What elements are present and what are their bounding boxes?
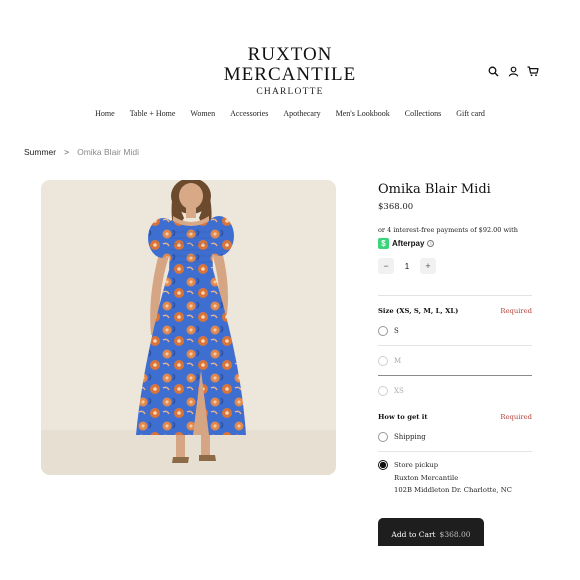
shipping-label: Shipping <box>394 432 426 441</box>
pickup-address: 102B Middleton Dr. Charlotte, NC <box>394 486 512 494</box>
nav-women[interactable]: Women <box>190 109 215 118</box>
nav-table-home[interactable]: Table + Home <box>130 109 176 118</box>
header-icons <box>486 64 540 78</box>
afterpay-badge: $ Afterpay i <box>378 238 532 249</box>
afterpay-logo-icon: $ <box>378 238 389 249</box>
radio-icon[interactable] <box>378 325 388 336</box>
quantity-decrease-button[interactable]: − <box>378 258 394 274</box>
breadcrumb-current: Omika Blair Midi <box>77 147 139 157</box>
option-divider <box>378 451 532 452</box>
nav-home[interactable]: Home <box>95 109 115 118</box>
nav-accessories[interactable]: Accessories <box>230 109 268 118</box>
quantity-stepper: − 1 + <box>378 258 532 274</box>
afterpay-installments: or 4 interest-free payments of $92.00 wi… <box>378 226 518 234</box>
store-name-line1: RUXTON <box>247 44 333 65</box>
main-nav: Home Table + Home Women Accessories Apot… <box>0 109 580 118</box>
fulfillment-required: Required <box>500 413 532 421</box>
pickup-store: Ruxton Mercantile <box>394 473 459 482</box>
nav-mens-lookbook[interactable]: Men's Lookbook <box>336 109 390 118</box>
radio-selected-icon[interactable] <box>378 460 388 470</box>
breadcrumb-parent[interactable]: Summer <box>24 147 56 157</box>
afterpay-name: Afterpay <box>392 239 425 248</box>
pickup-details: Store pickup Ruxton Mercantile 102B Midd… <box>394 459 512 497</box>
divider <box>378 295 532 296</box>
size-option-xs[interactable]: XS <box>378 376 532 405</box>
account-icon[interactable] <box>506 64 520 78</box>
size-option-m[interactable]: M <box>378 346 532 375</box>
cart-icon[interactable] <box>526 64 540 78</box>
product-image[interactable] <box>41 180 336 475</box>
size-label: Size (XS, S, M, L, XL) <box>378 307 459 315</box>
size-option-label: S <box>394 326 399 335</box>
store-location: CHARLOTTE <box>256 87 324 97</box>
size-option-label: M <box>394 356 402 365</box>
size-option-s[interactable]: S <box>378 316 532 345</box>
radio-icon[interactable] <box>378 431 388 442</box>
breadcrumb: Summer > Omika Blair Midi <box>24 147 139 157</box>
shipping-option[interactable]: Shipping <box>378 422 532 451</box>
nav-gift-card[interactable]: Gift card <box>456 109 485 118</box>
product-title: Omika Blair Midi <box>378 182 491 197</box>
page-fold <box>0 546 580 580</box>
radio-icon[interactable] <box>378 385 388 396</box>
search-icon[interactable] <box>486 64 500 78</box>
store-pickup-option[interactable]: Store pickup Ruxton Mercantile 102B Midd… <box>378 459 532 497</box>
quantity-increase-button[interactable]: + <box>420 258 436 274</box>
size-option-label: XS <box>394 386 404 395</box>
size-required: Required <box>500 307 532 315</box>
product-info: Omika Blair Midi $368.00 or 4 interest-f… <box>378 180 532 497</box>
nav-collections[interactable]: Collections <box>405 109 441 118</box>
pickup-title: Store pickup <box>394 461 439 469</box>
fulfillment-header: How to get it Required <box>378 413 532 421</box>
breadcrumb-separator: > <box>64 147 70 157</box>
radio-icon[interactable] <box>378 355 388 366</box>
product-price: $368.00 <box>378 202 414 212</box>
size-header: Size (XS, S, M, L, XL) Required <box>378 307 532 315</box>
info-icon[interactable]: i <box>427 240 435 247</box>
dress-model-illustration <box>41 180 336 475</box>
add-to-cart-price: $368.00 <box>439 529 471 539</box>
fulfillment-label: How to get it <box>378 413 428 421</box>
quantity-value[interactable]: 1 <box>398 262 416 271</box>
nav-apothecary[interactable]: Apothecary <box>283 109 320 118</box>
add-to-cart-label: Add to Cart <box>391 529 436 539</box>
